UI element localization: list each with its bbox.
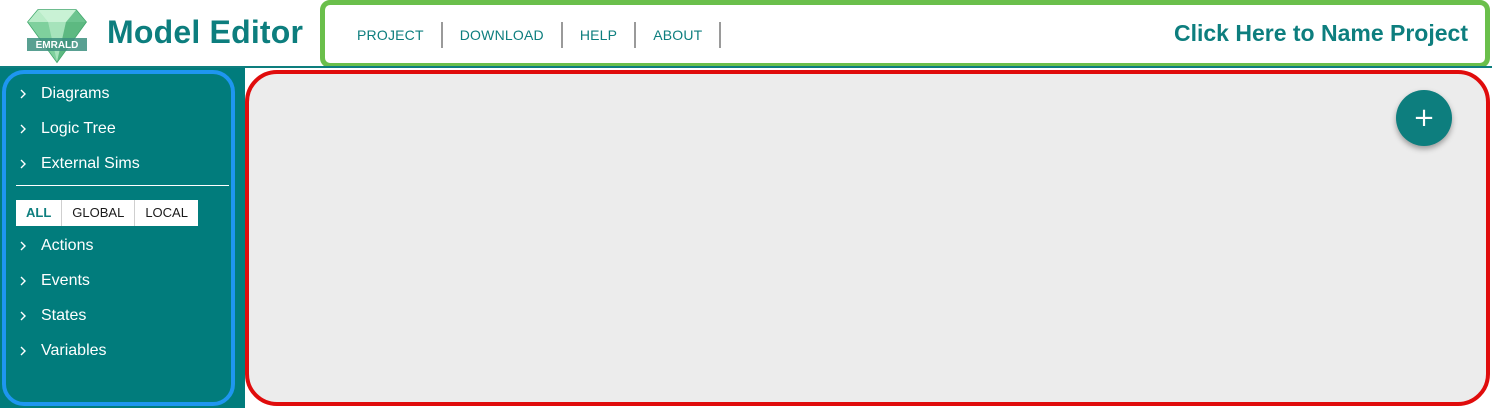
chevron-right-icon [20,276,26,286]
emrald-logo: EMRALD [24,6,90,64]
tab-global[interactable]: GLOBAL [62,200,136,226]
sidebar-item-label: Actions [41,237,94,254]
sidebar-item-actions[interactable]: Actions [18,234,93,258]
project-name-button[interactable]: Click Here to Name Project [1174,20,1468,47]
plus-icon: + [1413,103,1435,133]
chevron-right-icon [20,241,26,251]
sidebar-item-label: External Sims [41,155,140,172]
sidebar-item-events[interactable]: Events [18,269,90,293]
nav-download[interactable]: DOWNLOAD [443,22,563,48]
sidebar: Diagrams Logic Tree External Sims ALL GL… [2,70,235,406]
nav-project[interactable]: PROJECT [345,22,443,48]
sidebar-divider [16,185,229,186]
chevron-right-icon [20,124,26,134]
sidebar-item-label: Events [41,272,90,289]
tab-local[interactable]: LOCAL [135,200,198,226]
sidebar-item-label: Variables [41,342,107,359]
chevron-right-icon [20,346,26,356]
sidebar-item-label: Logic Tree [41,120,116,137]
nav-about[interactable]: ABOUT [636,22,722,48]
sidebar-item-external-sims[interactable]: External Sims [18,152,140,176]
tab-all[interactable]: ALL [16,200,63,226]
sidebar-item-states[interactable]: States [18,304,86,328]
app-title: Model Editor [107,14,304,50]
nav-menu: PROJECT DOWNLOAD HELP ABOUT [345,22,722,48]
chevron-right-icon [20,89,26,99]
sidebar-item-label: Diagrams [41,85,110,102]
diagram-canvas[interactable] [245,70,1490,406]
sidebar-item-label: States [41,307,87,324]
sidebar-item-variables[interactable]: Variables [18,339,107,363]
sidebar-item-diagrams[interactable]: Diagrams [18,82,109,106]
sidebar-item-logic-tree[interactable]: Logic Tree [18,117,116,141]
logo-text: EMRALD [36,40,79,51]
add-button[interactable]: + [1396,90,1452,146]
nav-help[interactable]: HELP [563,22,637,48]
top-nav-bar: PROJECT DOWNLOAD HELP ABOUT Click Here t… [320,0,1490,68]
chevron-right-icon [20,159,26,169]
chevron-right-icon [20,311,26,321]
scope-tabs: ALL GLOBAL LOCAL [16,200,198,226]
